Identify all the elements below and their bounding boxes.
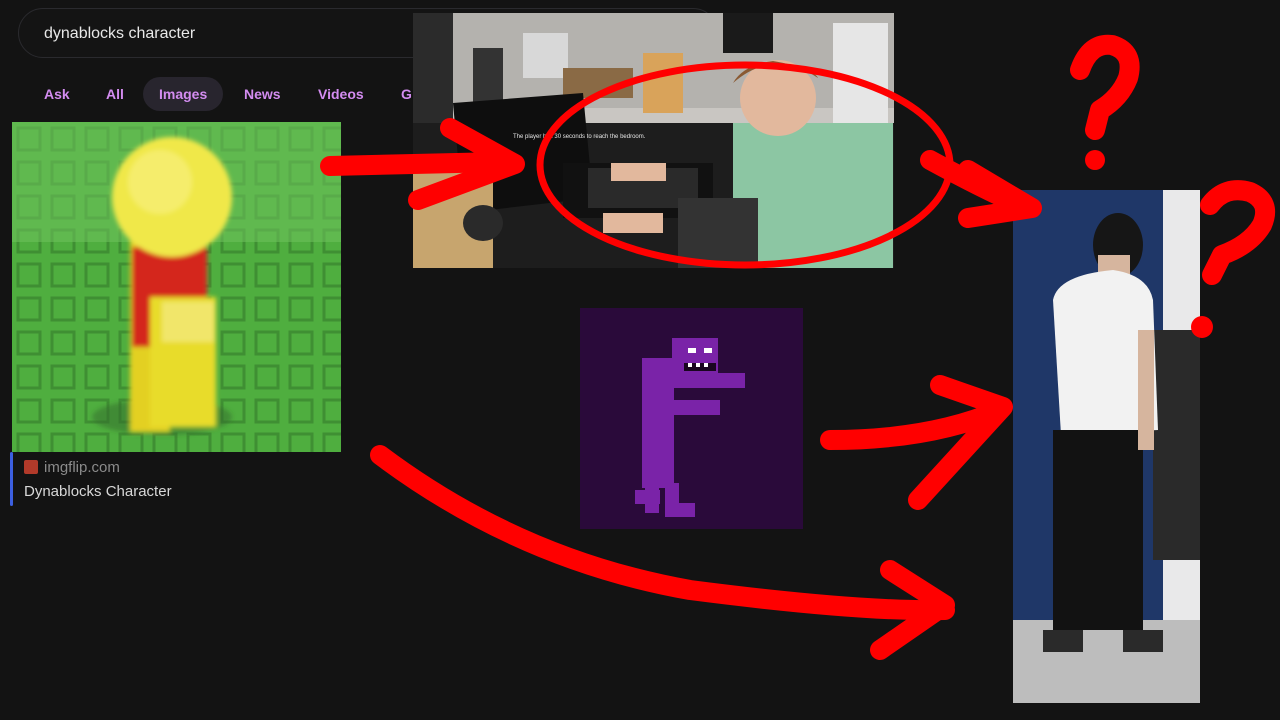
dynablocks-character-image bbox=[12, 122, 341, 452]
photo-gamer-at-desk: The player has 30 seconds to reach the b… bbox=[413, 13, 894, 268]
arrow-purple-to-person-head bbox=[908, 375, 1013, 510]
tab-videos[interactable]: Videos bbox=[318, 77, 364, 111]
purple-guy-pixel-art bbox=[580, 308, 803, 529]
person-walking-scene bbox=[1013, 190, 1200, 703]
question-mark-1-dot bbox=[1085, 150, 1105, 170]
curved-arrow-to-person-head bbox=[870, 560, 955, 660]
purple-guy-image bbox=[580, 308, 803, 529]
result-title[interactable]: Dynablocks Character bbox=[24, 483, 172, 500]
tab-images[interactable]: Images bbox=[143, 77, 224, 111]
arrow-purple-to-person bbox=[820, 400, 1010, 450]
imgflip-favicon-icon bbox=[24, 460, 38, 474]
question-mark-2-curve bbox=[1200, 180, 1275, 285]
result-source-text: imgflip.com bbox=[44, 459, 120, 476]
result-source[interactable]: imgflip.com bbox=[24, 459, 120, 476]
gamer-photo-scene: The player has 30 seconds to reach the b… bbox=[413, 13, 894, 268]
result-image-dynablocks[interactable] bbox=[12, 122, 341, 452]
question-mark-1-curve bbox=[1070, 34, 1140, 140]
tab-news[interactable]: News bbox=[244, 77, 281, 111]
arrow-to-walking-person bbox=[920, 150, 1030, 215]
monitor-text: The player has 30 seconds to reach the b… bbox=[513, 134, 646, 140]
result-focus-bar bbox=[10, 452, 13, 506]
tab-ask[interactable]: Ask bbox=[44, 77, 70, 111]
photo-person-walking bbox=[1013, 190, 1200, 703]
tab-more[interactable]: G bbox=[401, 77, 412, 111]
tab-all[interactable]: All bbox=[106, 77, 124, 111]
search-query-text: dynablocks character bbox=[44, 25, 196, 42]
